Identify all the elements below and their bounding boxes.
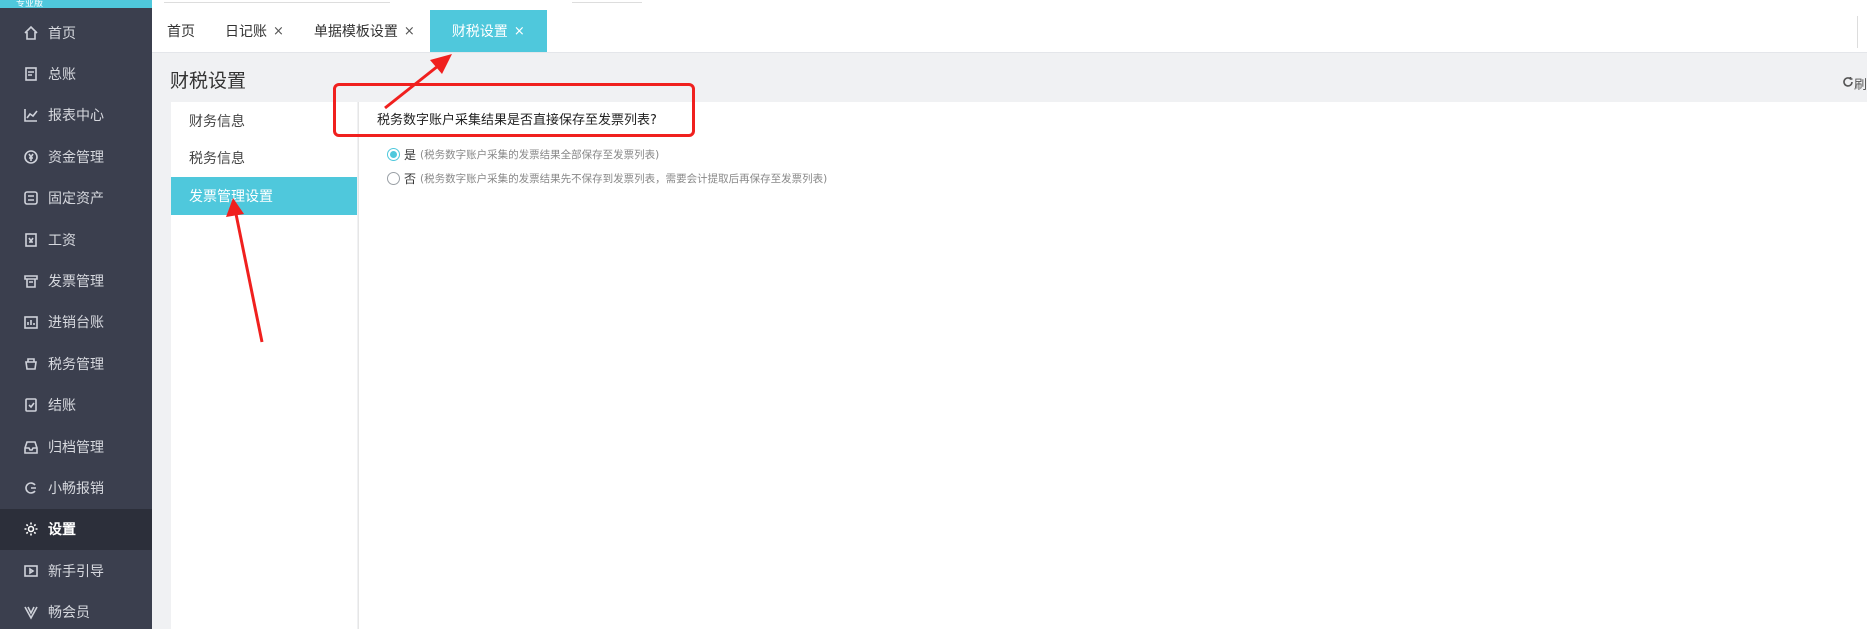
sidebar-item-label: 报表中心	[48, 108, 104, 125]
tab-journal[interactable]: 日记账 ×	[210, 10, 299, 52]
sidebar-item-label: 首页	[48, 25, 76, 42]
option-no[interactable]: 否 (税务数字账户采集的发票结果先不保存到发票列表，需要会计提取后再保存至发票列…	[387, 170, 827, 187]
sidebar-item-label: 进销台账	[48, 315, 104, 332]
radio-yes[interactable]	[387, 148, 400, 161]
sidebar-item-label: 固定资产	[48, 191, 104, 208]
top-control-edge	[572, 0, 642, 3]
close-icon[interactable]: ×	[514, 24, 525, 39]
sidebar-item-label: 资金管理	[48, 149, 104, 166]
salary-icon	[22, 231, 40, 249]
sidebar-item-reimburse[interactable]: 小畅报销	[0, 467, 152, 508]
invoice-icon	[22, 272, 40, 290]
sidebar-item-settings[interactable]: 设置	[0, 508, 152, 551]
tab-label: 首页	[167, 24, 195, 40]
sidebar-item-label: 发票管理	[48, 274, 104, 291]
closing-icon	[22, 396, 40, 414]
page-title: 财税设置	[170, 70, 247, 92]
tab-finance-tax-settings[interactable]: 财税设置 ×	[429, 10, 547, 52]
refresh-icon	[1842, 76, 1854, 92]
tab-home[interactable]: 首页	[152, 10, 210, 52]
sidebar-item-invoices[interactable]: 发票管理	[0, 260, 152, 301]
sidebar-item-label: 结账	[48, 398, 76, 415]
sidebar-item-funds[interactable]: 资金管理	[0, 136, 152, 177]
sidebar-item-fixed-assets[interactable]: 固定资产	[0, 178, 152, 219]
sidebar-item-guide[interactable]: 新手引导	[0, 550, 152, 591]
tab-document-template[interactable]: 单据模板设置 ×	[299, 10, 430, 52]
sidebar-item-ledger[interactable]: 总账	[0, 53, 152, 94]
top-strip	[152, 0, 1867, 10]
sidebar: 专业版 首页 总账 报表中心 资金管理 固定资产 工资 发票管理 进销台账 税务…	[0, 0, 152, 629]
asset-icon	[22, 189, 40, 207]
settings-menu-invoice-management[interactable]: 发票管理设置	[171, 177, 357, 215]
settings-menu-label: 税务信息	[189, 151, 245, 168]
sidebar-item-closing[interactable]: 结账	[0, 385, 152, 426]
sidebar-item-label: 税务管理	[48, 356, 104, 373]
tab-bar: 首页 日记账 × 单据模板设置 × 财税设置 ×	[152, 10, 1867, 53]
sidebar-item-archive[interactable]: 归档管理	[0, 426, 152, 467]
ledger-icon	[22, 65, 40, 83]
refresh-button[interactable]: 刷	[1842, 74, 1867, 93]
option-yes-hint: (税务数字账户采集的发票结果全部保存至发票列表)	[420, 149, 660, 161]
settings-menu-tax-info[interactable]: 税务信息	[171, 140, 357, 178]
tab-label: 单据模板设置	[313, 24, 398, 40]
reimburse-icon	[22, 479, 40, 497]
gear-icon	[22, 520, 40, 538]
sidebar-item-label: 工资	[48, 232, 76, 249]
sidebar-item-vip[interactable]: 畅会员	[0, 591, 152, 629]
tab-label: 财税设置	[451, 24, 508, 40]
sidebar-item-inventory[interactable]: 进销台账	[0, 302, 152, 343]
settings-content-panel: 税务数字账户采集结果是否直接保存至发票列表? 是 (税务数字账户采集的发票结果全…	[358, 102, 1867, 629]
setting-question: 税务数字账户采集结果是否直接保存至发票列表?	[377, 113, 657, 128]
tax-icon	[22, 355, 40, 373]
sidebar-item-tax[interactable]: 税务管理	[0, 343, 152, 384]
home-icon	[22, 24, 40, 42]
chart-icon	[22, 106, 40, 124]
radio-no[interactable]	[387, 172, 400, 185]
archive-icon	[22, 438, 40, 456]
sidebar-item-label: 新手引导	[48, 563, 104, 580]
sidebar-item-label: 总账	[48, 67, 76, 84]
close-icon[interactable]: ×	[273, 24, 284, 39]
option-yes-label: 是	[404, 148, 417, 162]
sidebar-item-reports[interactable]: 报表中心	[0, 95, 152, 136]
settings-menu: 财务信息 税务信息 发票管理设置	[171, 102, 357, 629]
sidebar-item-label: 归档管理	[48, 439, 104, 456]
money-icon	[22, 148, 40, 166]
tab-label: 日记账	[225, 24, 267, 40]
tab-bar-scroll-edge	[1857, 16, 1867, 48]
close-icon[interactable]: ×	[404, 24, 415, 39]
sidebar-item-label: 小畅报销	[48, 480, 104, 497]
option-no-hint: (税务数字账户采集的发票结果先不保存到发票列表，需要会计提取后再保存至发票列表)	[420, 173, 828, 185]
refresh-label: 刷	[1853, 78, 1867, 93]
settings-menu-label: 财务信息	[189, 113, 245, 130]
inventory-icon	[22, 313, 40, 331]
guide-icon	[22, 562, 40, 580]
sidebar-nav: 首页 总账 报表中心 资金管理 固定资产 工资 发票管理 进销台账 税务管理 结…	[0, 12, 152, 629]
settings-menu-label: 发票管理设置	[189, 188, 273, 205]
brand-label: 专业版	[16, 0, 44, 9]
sidebar-item-label: 畅会员	[48, 605, 90, 622]
vip-icon	[22, 603, 40, 621]
option-no-label: 否	[404, 172, 417, 186]
option-yes[interactable]: 是 (税务数字账户采集的发票结果全部保存至发票列表)	[387, 146, 659, 163]
top-search-edge	[164, 0, 390, 3]
annotation-arrow-to-tab	[384, 54, 452, 110]
sidebar-item-salary[interactable]: 工资	[0, 219, 152, 260]
sidebar-item-home[interactable]: 首页	[0, 12, 152, 53]
settings-menu-finance-info[interactable]: 财务信息	[171, 102, 357, 140]
sidebar-item-label: 设置	[48, 522, 76, 539]
